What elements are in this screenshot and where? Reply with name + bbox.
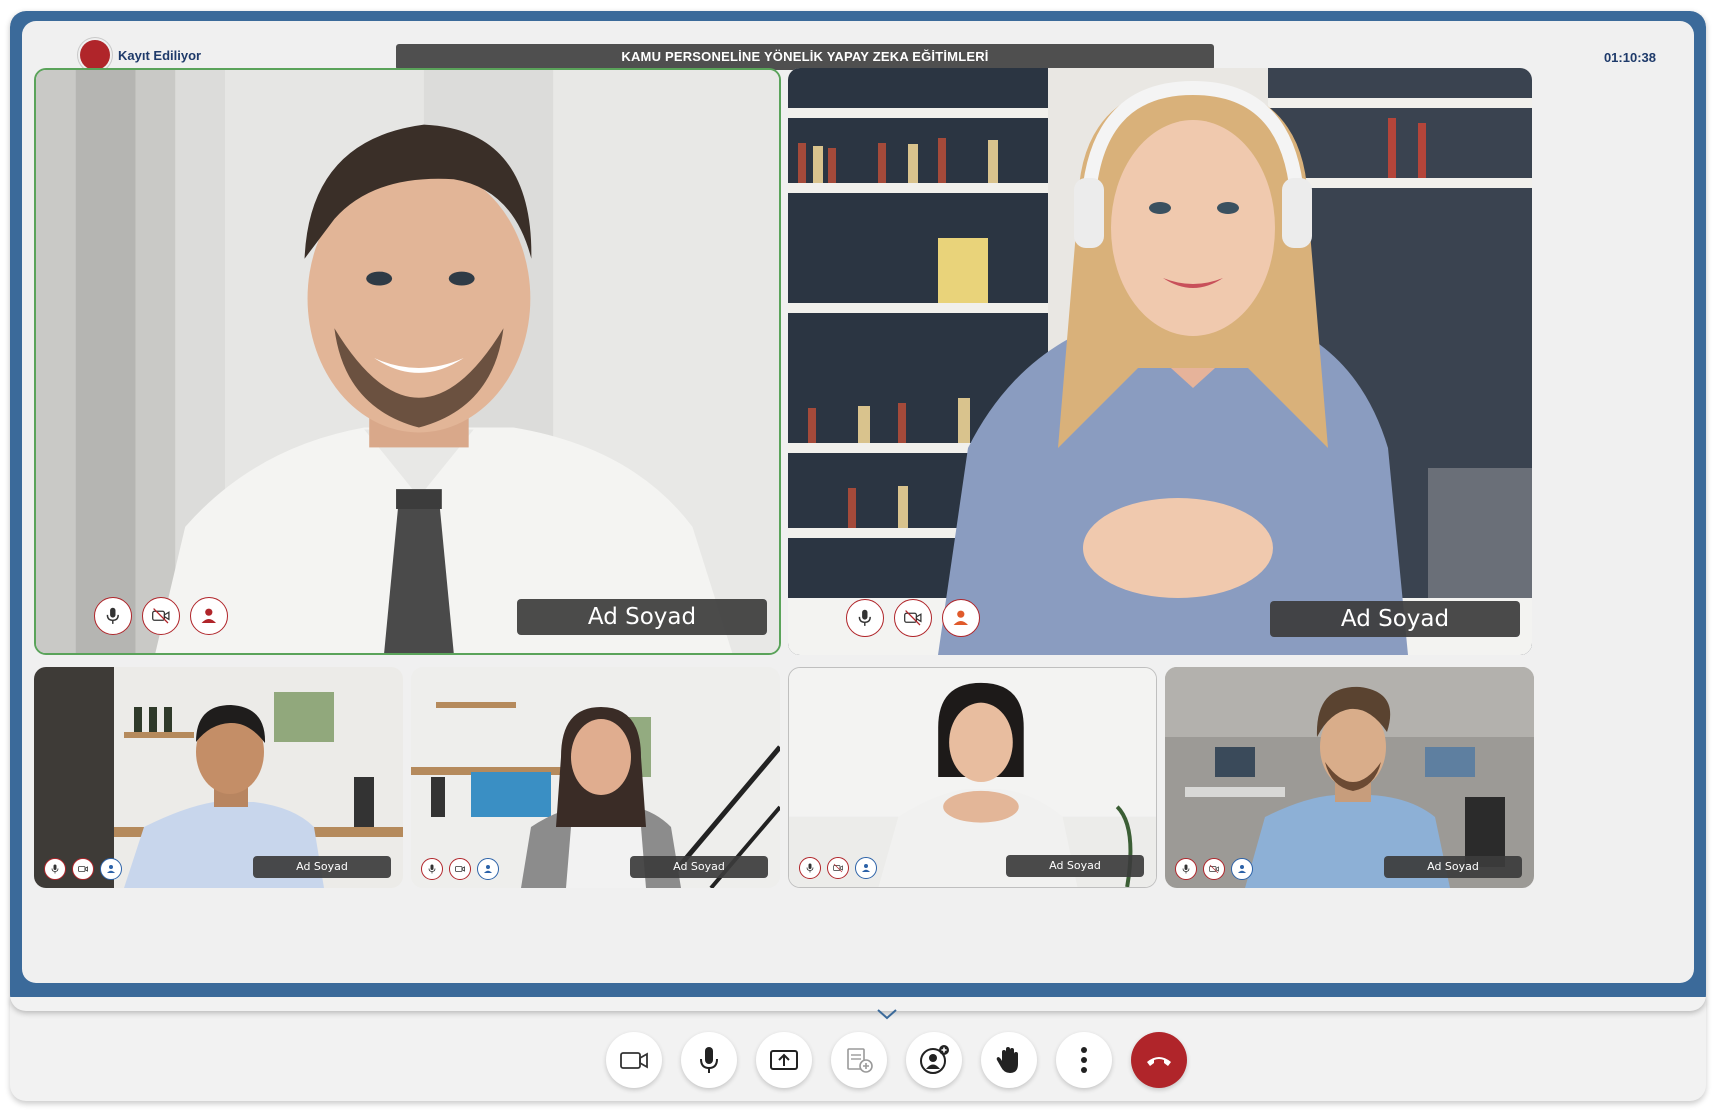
participant-video xyxy=(1165,667,1534,888)
participant-video xyxy=(34,667,403,888)
participant-tile-4[interactable]: Ad Soyad xyxy=(411,667,780,888)
participant-tile-5[interactable]: Ad Soyad xyxy=(788,667,1157,888)
camera-off-icon[interactable] xyxy=(1203,858,1225,880)
meeting-window: Kayıt Ediliyor KAMU PERSONELİNE YÖNELİK … xyxy=(10,11,1706,1011)
participant-name: Ad Soyad xyxy=(517,599,767,635)
microphone-icon[interactable] xyxy=(44,858,66,880)
microphone-icon[interactable] xyxy=(846,599,884,637)
call-toolbar xyxy=(606,1032,1187,1088)
camera-icon xyxy=(620,1052,648,1069)
participant-video xyxy=(36,70,779,653)
participant-name: Ad Soyad xyxy=(1384,856,1522,878)
recording-label: Kayıt Ediliyor xyxy=(118,47,202,63)
elapsed-timer: 01:10:38 xyxy=(1603,50,1656,65)
meeting-title: KAMU PERSONELİNE YÖNELİK YAPAY ZEKA EĞİT… xyxy=(396,44,1214,70)
participant-name: Ad Soyad xyxy=(1006,855,1144,877)
tile-controls xyxy=(421,858,499,880)
recording-indicator: Kayıt Ediliyor xyxy=(80,40,201,70)
microphone-icon[interactable] xyxy=(1175,858,1197,880)
camera-off-icon[interactable] xyxy=(142,597,180,635)
tile-controls xyxy=(44,858,122,880)
participant-tile-6[interactable]: Ad Soyad xyxy=(1165,667,1534,888)
microphone-icon[interactable] xyxy=(421,858,443,880)
microphone-button[interactable] xyxy=(681,1032,737,1088)
add-participant-icon xyxy=(920,1045,949,1074)
video-stage: Kayıt Ediliyor KAMU PERSONELİNE YÖNELİK … xyxy=(10,11,1706,997)
add-document-button[interactable] xyxy=(831,1032,887,1088)
tile-controls xyxy=(94,597,228,635)
participant-name: Ad Soyad xyxy=(630,856,768,878)
camera-off-icon[interactable] xyxy=(894,599,932,637)
tile-controls xyxy=(799,857,877,879)
person-icon[interactable] xyxy=(855,857,877,879)
microphone-icon xyxy=(700,1047,718,1073)
hang-up-button[interactable] xyxy=(1131,1032,1187,1088)
microphone-icon[interactable] xyxy=(799,857,821,879)
raise-hand-button[interactable] xyxy=(981,1032,1037,1088)
camera-icon[interactable] xyxy=(72,858,94,880)
participant-tile-2[interactable]: Ad Soyad xyxy=(788,68,1532,655)
person-icon[interactable] xyxy=(100,858,122,880)
chevron-down-icon[interactable] xyxy=(876,1007,898,1021)
camera-icon[interactable] xyxy=(449,858,471,880)
record-dot-icon xyxy=(80,40,110,70)
person-icon[interactable] xyxy=(477,858,499,880)
add-document-icon xyxy=(847,1048,873,1073)
person-icon[interactable] xyxy=(1231,858,1253,880)
video-grid: Kayıt Ediliyor KAMU PERSONELİNE YÖNELİK … xyxy=(22,21,1694,983)
camera-off-icon[interactable] xyxy=(827,857,849,879)
share-screen-icon xyxy=(770,1050,798,1070)
tile-controls xyxy=(1175,858,1253,880)
share-screen-button[interactable] xyxy=(756,1032,812,1088)
microphone-icon[interactable] xyxy=(94,597,132,635)
participant-video xyxy=(788,68,1532,655)
person-icon[interactable] xyxy=(190,597,228,635)
participant-video xyxy=(411,667,780,888)
add-participant-button[interactable] xyxy=(906,1032,962,1088)
hang-up-icon xyxy=(1147,1057,1171,1066)
person-icon[interactable] xyxy=(942,599,980,637)
camera-button[interactable] xyxy=(606,1032,662,1088)
participant-name: Ad Soyad xyxy=(1270,601,1520,637)
participant-tile-3[interactable]: Ad Soyad xyxy=(34,667,403,888)
participant-name: Ad Soyad xyxy=(253,856,391,878)
tile-controls xyxy=(846,599,980,637)
participant-tile-1[interactable]: Ad Soyad xyxy=(34,68,781,655)
more-options-icon xyxy=(1081,1047,1087,1073)
raise-hand-icon xyxy=(996,1047,1018,1073)
more-options-button[interactable] xyxy=(1056,1032,1112,1088)
